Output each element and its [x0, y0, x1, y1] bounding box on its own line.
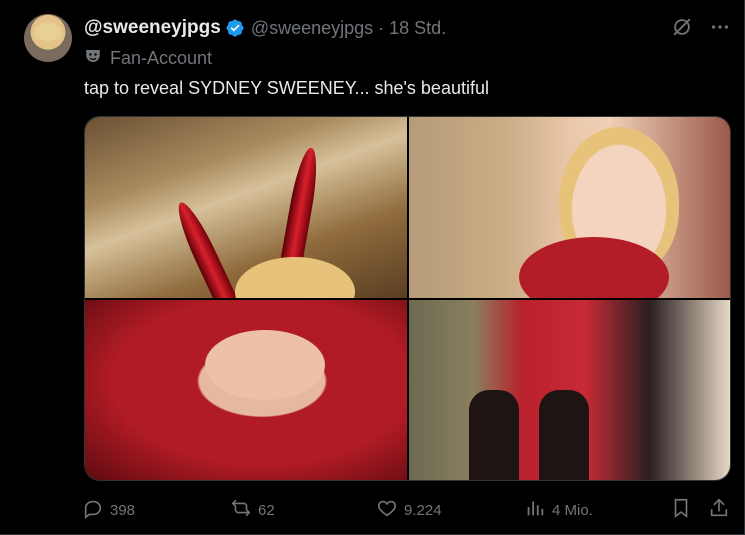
leg-shape — [538, 390, 589, 480]
action-bar: 398 62 9.224 4 Mio. — [82, 496, 737, 524]
share-button[interactable] — [708, 496, 730, 524]
media-grid — [84, 116, 731, 481]
repost-button[interactable]: 62 — [230, 496, 275, 524]
verified-badge-icon — [225, 18, 245, 38]
view-count: 4 Mio. — [552, 501, 593, 519]
media-image-2[interactable] — [408, 117, 730, 298]
tweet[interactable]: @sweeneyjpgs @sweeneyjpgs · 18 Std. Fan-… — [0, 0, 745, 535]
tweet-text: tap to reveal SYDNEY SWEENEY... she's be… — [84, 78, 489, 98]
media-image-3[interactable] — [85, 299, 407, 480]
hair-shape — [235, 257, 355, 298]
heart-icon — [376, 497, 398, 524]
account-label[interactable]: Fan-Account — [84, 47, 212, 70]
repost-count: 62 — [258, 501, 275, 519]
media-image-4[interactable] — [408, 299, 730, 480]
grok-icon[interactable] — [671, 16, 693, 38]
leg-shape — [468, 390, 519, 480]
skin-shape — [205, 329, 325, 400]
tweet-top-actions — [671, 16, 731, 38]
bookmark-icon — [670, 497, 692, 524]
separator-dot: · — [378, 17, 385, 38]
horn-shape — [279, 146, 323, 268]
share-icon — [708, 497, 730, 524]
like-count: 9.224 — [404, 501, 442, 519]
reply-icon — [82, 497, 104, 524]
bookmark-button[interactable] — [670, 496, 692, 524]
repost-icon — [230, 497, 252, 524]
tweet-header: @sweeneyjpgs @sweeneyjpgs · 18 Std. — [84, 16, 446, 40]
horn-shape — [170, 197, 242, 298]
more-icon[interactable] — [709, 16, 731, 38]
display-name[interactable]: @sweeneyjpgs — [84, 17, 221, 39]
handle[interactable]: @sweeneyjpgs — [251, 18, 373, 39]
analytics-icon — [524, 497, 546, 524]
reply-count: 398 — [110, 501, 136, 519]
views-button[interactable]: 4 Mio. — [524, 496, 593, 524]
avatar[interactable] — [24, 14, 72, 62]
like-button[interactable]: 9.224 — [376, 496, 442, 524]
timestamp[interactable]: 18 Std. — [389, 18, 446, 39]
media-image-1[interactable] — [85, 117, 407, 298]
fan-account-mask-icon — [84, 47, 102, 70]
account-label-text: Fan-Account — [110, 48, 213, 68]
reply-button[interactable]: 398 — [82, 496, 135, 524]
